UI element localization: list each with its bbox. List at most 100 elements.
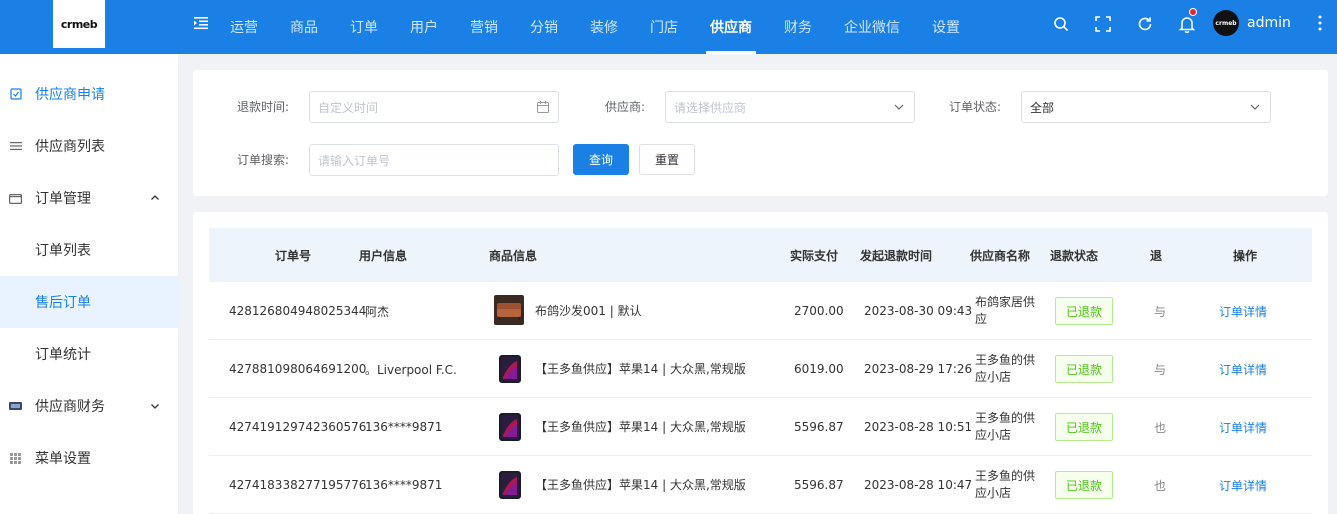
top-bar: crmeb 运营 商品 订单 用户 营销 分销 装修 门店 供应商 财务 企业微信 设置 crmeb …: [0, 0, 1337, 54]
col-user-info: 用户信息: [359, 248, 408, 263]
sidebar-item-after-sales-orders[interactable]: 售后订单: [0, 276, 179, 328]
table-row: 427881098064691200 。Liverpool F.C. 【王多鱼供应】…: [209, 340, 1312, 398]
top-toolbar: [1040, 0, 1208, 48]
supplier-name-cell: 王多鱼的供应小店: [975, 456, 1045, 514]
truncated-cell: 也: [1154, 478, 1167, 493]
tab-nav-6[interactable]: 装修: [574, 0, 634, 54]
order-no: 428126804948025344: [229, 304, 367, 318]
table-header: 订单号 用户信息 商品信息 实际支付 发起退款时间 供应商名称 退款状态 退 操…: [209, 228, 1312, 282]
refund-orders-table: 订单号 用户信息 商品信息 实际支付 发起退款时间 供应商名称 退款状态 退 操…: [193, 212, 1328, 514]
tab-nav-5[interactable]: 分销: [514, 0, 574, 54]
more-vertical-icon[interactable]: [1316, 14, 1324, 32]
sidebar-item-label: 供应商列表: [35, 139, 105, 155]
sidebar-item-label: 供应商财务: [35, 399, 105, 415]
search-button[interactable]: [1040, 0, 1082, 48]
logo-text: crmeb: [60, 17, 98, 31]
wallet-icon: [9, 400, 22, 413]
supplier-name-cell: 布鸽家居供应: [975, 282, 1045, 340]
sidebar-item-label: 供应商申请: [35, 87, 105, 103]
chevron-down-icon: [1250, 104, 1260, 110]
col-truncated: 退: [1150, 248, 1163, 263]
refund-time: 2023-08-30 09:43: [864, 304, 973, 318]
tab-nav-8[interactable]: 供应商: [694, 0, 768, 54]
sidebar-item-supplier-list[interactable]: 供应商列表: [0, 120, 179, 172]
product-name: 【王多鱼供应】苹果14 | 大众黑,常规版: [535, 361, 746, 376]
query-button[interactable]: 查询: [573, 144, 629, 175]
user-info: 136****9871: [365, 420, 443, 434]
tab-nav-4[interactable]: 营销: [454, 0, 514, 54]
order-detail-link[interactable]: 订单详情: [1219, 282, 1267, 340]
paid-amount: 6019.00: [794, 362, 844, 376]
chevron-up-icon: [151, 195, 159, 200]
order-detail-link[interactable]: 订单详情: [1219, 340, 1267, 398]
sidebar-item-supplier-finance[interactable]: 供应商财务: [0, 380, 179, 432]
fullscreen-icon: [1095, 16, 1111, 32]
order-detail-link[interactable]: 订单详情: [1219, 398, 1267, 456]
order-no: 427418338277195776: [229, 478, 367, 492]
sidebar-item-label: 订单管理: [35, 191, 91, 207]
tab-nav-7[interactable]: 门店: [634, 0, 694, 54]
menu-collapse-icon[interactable]: [193, 15, 209, 31]
supplier-label: 供应商:: [605, 100, 646, 114]
order-no: 427419129742360576: [229, 420, 367, 434]
refund-status-badge: 已退款: [1055, 355, 1113, 383]
sidebar-item-order-management[interactable]: 订单管理: [0, 172, 179, 224]
product-name: 【王多鱼供应】苹果14 | 大众黑,常规版: [535, 477, 746, 492]
sidebar: 供应商申请 供应商列表 订单管理 订单列表 售后订单 订单统计 供应商财务 菜单…: [0, 54, 179, 514]
refresh-button[interactable]: [1124, 0, 1166, 48]
refund-time: 2023-08-29 17:26: [864, 362, 973, 376]
order-detail-link[interactable]: 订单详情: [1219, 456, 1267, 514]
search-icon: [1054, 17, 1069, 32]
logo[interactable]: crmeb: [53, 0, 105, 48]
col-product-info: 商品信息: [489, 248, 538, 263]
truncated-cell: 与: [1154, 362, 1167, 377]
sidebar-item-supplier-apply[interactable]: 供应商申请: [0, 68, 179, 120]
refund-time-picker[interactable]: 自定义时间: [309, 91, 559, 123]
list-icon: [9, 140, 22, 153]
filter-panel: 退款时间: 自定义时间 供应商: 请选择供应商 订单状态: 全部 订单搜索: 请…: [193, 70, 1328, 196]
tab-nav-11[interactable]: 设置: [916, 0, 976, 54]
sidebar-item-order-list[interactable]: 订单列表: [0, 224, 179, 276]
sidebar-item-menu-settings[interactable]: 菜单设置: [0, 432, 179, 484]
order-status-select[interactable]: 全部: [1021, 91, 1271, 123]
user-name: admin: [1247, 15, 1291, 31]
order-search-input[interactable]: 请输入订单号: [309, 144, 559, 176]
user-menu[interactable]: crmeb admin: [1213, 10, 1291, 36]
col-actions: 操作: [1233, 248, 1258, 263]
chevron-down-icon: [894, 104, 904, 110]
sidebar-item-order-stats[interactable]: 订单统计: [0, 328, 179, 380]
supplier-name-cell: 王多鱼的供应小店: [975, 340, 1045, 398]
avatar: crmeb: [1213, 10, 1239, 36]
tab-nav-3[interactable]: 用户: [394, 0, 454, 54]
fullscreen-button[interactable]: [1082, 0, 1124, 48]
col-paid: 实际支付: [790, 248, 839, 263]
order-search-label: 订单搜索:: [237, 153, 290, 167]
sidebar-item-label: 菜单设置: [35, 451, 91, 467]
notification-button[interactable]: [1166, 0, 1208, 48]
supplier-name: 王多鱼的供应小店: [975, 469, 1036, 500]
order-status-value: 全部: [1030, 100, 1055, 115]
refund-time: 2023-08-28 10:51: [864, 420, 973, 434]
tab-nav-0[interactable]: 运营: [214, 0, 274, 54]
logo-area: crmeb: [0, 0, 179, 54]
product-name: 【王多鱼供应】苹果14 | 大众黑,常规版: [535, 419, 746, 434]
refund-status-badge: 已退款: [1055, 297, 1113, 325]
tab-nav-9[interactable]: 财务: [768, 0, 828, 54]
col-refund-status: 退款状态: [1050, 248, 1099, 263]
product-thumbnail: [494, 295, 524, 325]
paid-amount: 2700.00: [794, 304, 844, 318]
truncated-cell: 与: [1154, 304, 1167, 319]
order-no: 427881098064691200: [229, 362, 367, 376]
tab-nav-10[interactable]: 企业微信: [828, 0, 916, 54]
refresh-icon: [1138, 17, 1152, 31]
supplier-name: 王多鱼的供应小店: [975, 353, 1036, 384]
supplier-name: 布鸽家居供应: [975, 295, 1036, 326]
bell-icon: [1179, 16, 1195, 33]
refund-time-label: 退款时间:: [237, 100, 290, 114]
tab-nav-1[interactable]: 商品: [274, 0, 334, 54]
supplier-select[interactable]: 请选择供应商: [665, 91, 915, 123]
col-supplier-name: 供应商名称: [970, 248, 1031, 263]
tab-nav-2[interactable]: 订单: [334, 0, 394, 54]
reset-button[interactable]: 重置: [639, 144, 695, 175]
refund-status-badge: 已退款: [1055, 413, 1113, 441]
